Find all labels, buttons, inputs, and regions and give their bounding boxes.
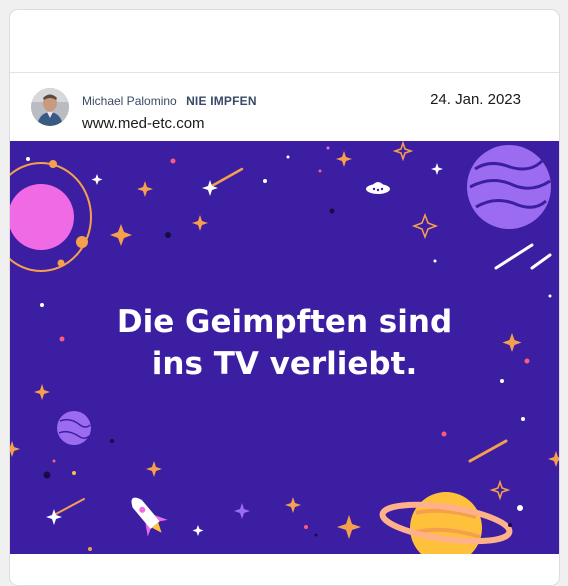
author-avatar[interactable] bbox=[31, 88, 69, 126]
avatar-photo-icon bbox=[31, 88, 69, 126]
small-purple-planet-icon bbox=[57, 411, 91, 445]
headline-line-2: ins TV verliebt. bbox=[151, 346, 418, 382]
post-image-banner[interactable]: Die Geimpften sind ins TV verliebt. bbox=[10, 141, 559, 554]
banner-headline: Die Geimpften sind ins TV verliebt. bbox=[10, 301, 559, 385]
headline-line-1: Die Geimpften sind bbox=[116, 304, 453, 340]
purple-star-icons bbox=[234, 503, 250, 519]
pink-planet-icon bbox=[10, 160, 92, 272]
saturn-planet-icon bbox=[379, 492, 513, 554]
purple-planet-icon bbox=[467, 145, 551, 229]
card-footer bbox=[10, 554, 559, 585]
author-website[interactable]: www.med-etc.com bbox=[82, 115, 205, 132]
post-card: Michael Palomino NIE IMPFEN www.med-etc.… bbox=[9, 9, 560, 586]
author-line: Michael Palomino NIE IMPFEN bbox=[82, 94, 257, 108]
author-tag: NIE IMPFEN bbox=[186, 94, 257, 108]
card-toolbar-area bbox=[10, 10, 559, 73]
post-date: 24. Jan. 2023 bbox=[430, 91, 521, 108]
post-header: Michael Palomino NIE IMPFEN www.med-etc.… bbox=[10, 73, 559, 141]
ufo-icon bbox=[366, 182, 390, 194]
author-name[interactable]: Michael Palomino bbox=[82, 94, 177, 108]
rocket-icon bbox=[131, 497, 168, 537]
